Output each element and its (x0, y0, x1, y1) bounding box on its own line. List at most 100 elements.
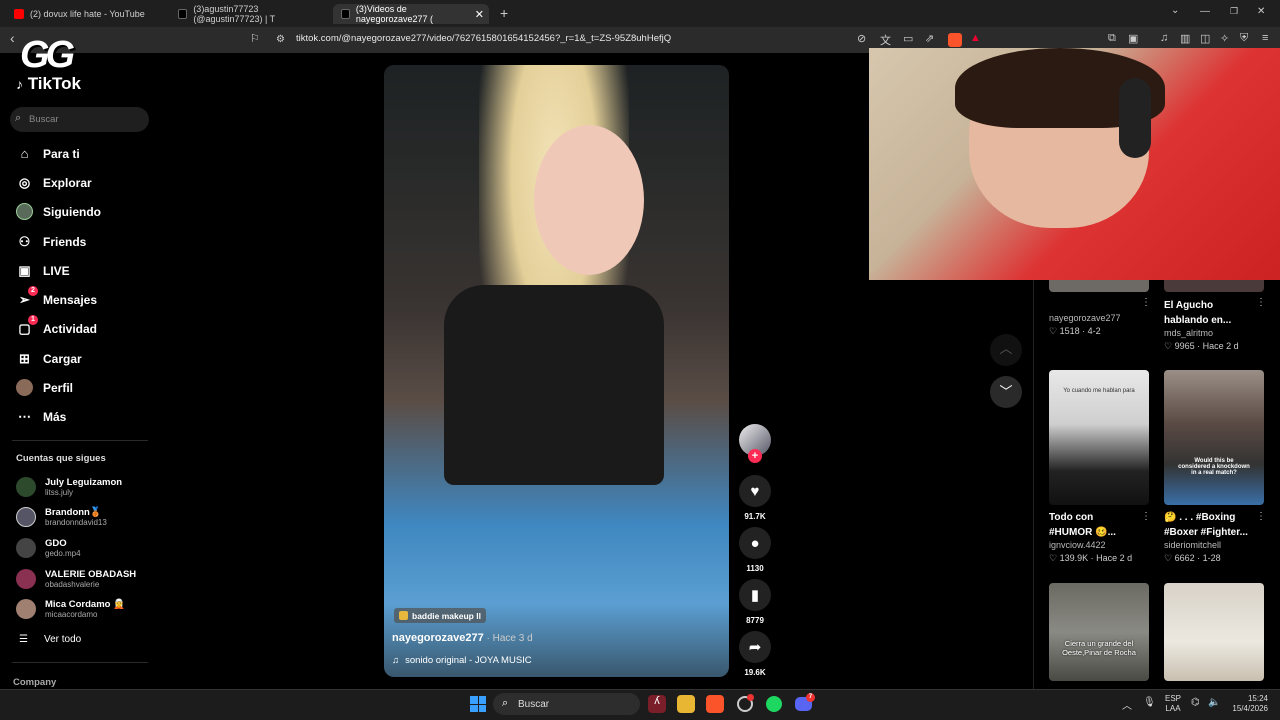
brave-shield-icon[interactable] (948, 33, 962, 47)
related-video-card[interactable]: nayegorozave277 ♡ 1518 · 4-2 (1049, 298, 1149, 337)
heart-outline-icon: ♡ (1049, 326, 1058, 336)
clock[interactable]: 15:24 15/4/2026 (1226, 694, 1268, 714)
tab-youtube[interactable]: (2) dovux life hate - YouTube (6, 4, 166, 24)
nav-cargar[interactable]: ⊞ Cargar (16, 350, 82, 367)
list-icon: ☰ (19, 634, 28, 645)
activity-icon: ▢ 1 (16, 315, 38, 337)
show-hidden-icons[interactable]: ︿ (1122, 697, 1132, 712)
video-player[interactable] (384, 65, 729, 677)
more-options-icon[interactable]: ⋮ (1256, 511, 1266, 522)
save-button[interactable]: ▮ 8779 (739, 579, 771, 625)
video-frame-face (534, 125, 644, 275)
video-thumbnail[interactable]: Yo cuando me hablan para (1049, 370, 1149, 505)
avatar (16, 477, 36, 497)
taskbar-search[interactable]: Buscar (493, 693, 640, 715)
webcam-headphones (1119, 78, 1151, 158)
close-tab-icon[interactable]: ✕ (475, 8, 484, 21)
video-thumbnail[interactable] (1164, 583, 1264, 681)
following-accounts-title: Cuentas que sigues (16, 453, 106, 464)
video-thumbnail[interactable]: Cierra un grande del Oeste,Pinar de Roch… (1049, 583, 1149, 681)
youtube-icon (14, 9, 24, 19)
no-sound-icon[interactable]: ⊘ (857, 32, 866, 45)
cast-icon[interactable]: ▭ (903, 32, 913, 45)
upload-icon: ⊞ (19, 350, 30, 366)
sidebar-toggle-icon[interactable]: ▥ (1180, 32, 1190, 45)
heart-outline-icon: ♡ (1164, 341, 1173, 351)
search-icon: ⌕ (502, 697, 509, 709)
video-thumbnail[interactable] (1049, 280, 1149, 292)
account-item[interactable]: Brandonn🥉 brandonndavid13 (16, 507, 107, 527)
music-note-icon: ♫ (392, 655, 400, 666)
brave-browser-icon[interactable] (706, 695, 724, 713)
tab-videos-active[interactable]: (3)Videos de nayegorozave277 (✕ (333, 4, 489, 24)
nav-siguiendo[interactable]: Siguiendo (16, 203, 101, 220)
wallet-icon[interactable]: ◫ (1200, 32, 1210, 45)
heart-outline-icon: ♡ (1164, 553, 1173, 563)
video-author[interactable]: nayegorozave277 · Hace 3 d (392, 632, 533, 644)
video-thumbnail[interactable]: Would this be considered a knockdown in … (1164, 370, 1264, 505)
tab-agustin[interactable]: (3)agustin77723 (@agustin77723) | T (170, 4, 330, 24)
nav-mas[interactable]: ⋯ Más (16, 408, 66, 425)
see-all-button[interactable]: ☰ Ver todo (19, 634, 81, 645)
messages-badge: 2 (28, 286, 38, 296)
site-settings-icon[interactable]: ⚙ (276, 34, 285, 45)
nav-explorar[interactable]: ◎ Explorar (16, 174, 92, 191)
related-video-card[interactable]: Todo con #HUMOR 🥴... ignvciow.4422 ♡ 139… (1049, 510, 1149, 564)
follow-plus-icon[interactable]: + (748, 449, 762, 463)
nav-friends[interactable]: ⚇ Friends (16, 233, 87, 250)
comment-icon: ● (739, 527, 771, 559)
restore-icon[interactable]: ❐ (1230, 6, 1238, 17)
home-icon: ⌂ (20, 146, 29, 161)
video-sound[interactable]: ♫ sonido original - JOYA MUSIC (392, 655, 532, 666)
minimize-icon[interactable]: — (1200, 6, 1210, 17)
microphone-icon[interactable]: 🎙 (1143, 697, 1156, 708)
account-item[interactable]: Mica Cordamo 🧝 micaacordamo (16, 599, 125, 619)
vpn-icon[interactable]: ⛨ (1240, 32, 1248, 45)
brave-rewards-icon[interactable]: ▲ (970, 32, 981, 44)
like-button[interactable]: ♥ 91.7K (739, 475, 771, 521)
more-options-icon[interactable]: ⋮ (1256, 297, 1266, 308)
effect-tag[interactable]: baddie makeup ll (394, 608, 486, 623)
leo-icon[interactable]: ✧ (1220, 32, 1229, 45)
share-button[interactable]: ➦ 19.6K (739, 631, 771, 677)
close-window-icon[interactable]: ✕ (1257, 6, 1265, 17)
new-tab-icon[interactable]: + (500, 5, 508, 21)
more-options-icon[interactable]: ⋮ (1141, 297, 1151, 308)
account-item[interactable]: VALERIE OBADASH obadashvalerie (16, 569, 136, 589)
nav-para-ti[interactable]: ⌂ Para ti (16, 145, 80, 162)
windows-start-icon[interactable] (470, 696, 486, 712)
next-video-button[interactable]: ﹀ (990, 376, 1022, 408)
file-explorer-icon[interactable] (677, 695, 695, 713)
volume-icon[interactable]: 🔈 (1208, 697, 1220, 708)
tiktok-logo[interactable]: ♪ TikTok (16, 74, 81, 94)
nav-actividad[interactable]: ▢ 1 Actividad (16, 315, 97, 337)
translate-icon[interactable]: 文 (880, 32, 891, 48)
previous-video-button[interactable]: ︿ (990, 334, 1022, 366)
company-link[interactable]: Company (13, 677, 56, 688)
network-icon[interactable]: ⌬ (1191, 697, 1200, 708)
divider (12, 662, 148, 663)
nav-live[interactable]: ▣ LIVE (16, 262, 69, 279)
related-video-card[interactable]: El Agucho hablando en... mds_alritmo ♡ 9… (1164, 298, 1264, 352)
related-video-card[interactable]: 🤔 . . . #Boxing #Boxer #Fighter... sider… (1164, 510, 1264, 564)
video-thumbnail[interactable] (1164, 280, 1264, 292)
app-icon[interactable]: ʎ (648, 695, 666, 713)
comment-button[interactable]: ● 1130 (739, 527, 771, 573)
spotify-icon[interactable] (766, 696, 782, 712)
url-field[interactable]: tiktok.com/@nayegorozave277/video/762761… (296, 33, 671, 44)
account-item[interactable]: July Leguizamon litss.july (16, 477, 122, 497)
nav-mensajes[interactable]: ➢ 2 Mensajes (16, 286, 97, 308)
media-icon[interactable]: ♫ (1160, 32, 1168, 44)
more-options-icon[interactable]: ⋮ (1141, 511, 1151, 522)
account-item[interactable]: GDO gedo.mp4 (16, 538, 81, 558)
chevron-down-icon[interactable]: ⌄ (1171, 5, 1179, 16)
back-icon[interactable]: ‹ (10, 30, 15, 46)
language-indicator[interactable]: ESP LAA (1165, 694, 1181, 714)
menu-icon[interactable]: ≡ (1262, 32, 1268, 44)
bookmark-icon[interactable]: ⚐ (250, 32, 260, 45)
friends-icon: ⚇ (18, 233, 31, 249)
share-icon[interactable]: ⇗ (925, 32, 934, 45)
nav-perfil[interactable]: Perfil (16, 379, 73, 396)
screenshot-icon[interactable]: ▣ (1128, 32, 1138, 45)
extensions-icon[interactable]: ⧉ (1108, 32, 1116, 45)
